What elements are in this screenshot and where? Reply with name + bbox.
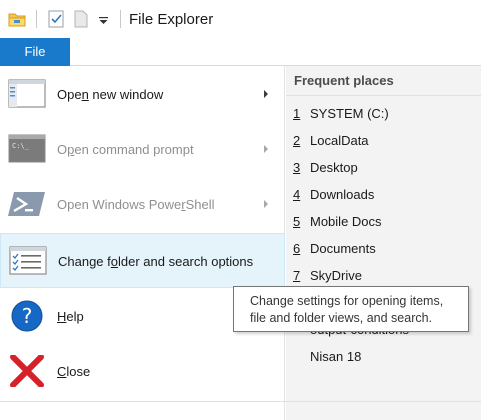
frequent-place-name: SkyDrive [310,268,363,283]
menu-item-label: Open Windows PowerShell [57,197,215,212]
frequent-place-number: 3 [293,160,301,175]
frequent-place-name: Documents [310,241,376,256]
toolbar-separator [120,10,121,28]
divider [0,401,481,402]
toolbar-separator [36,10,37,28]
close-icon [10,355,44,387]
submenu-arrow-icon [264,145,268,153]
powershell-icon [8,192,45,216]
frequent-place-name: Nisan 18 [310,349,362,364]
menu-item-label: Open new window [57,87,164,102]
frequent-place-number: 7 [293,268,301,283]
window-title: File Explorer [129,11,214,28]
help-icon: ? [11,300,43,332]
divider [286,95,481,96]
menu-item-label: Change folder and search options [58,254,254,269]
submenu-arrow-icon [264,200,268,208]
file-menu: Open new window C:\_ Open command prompt… [0,66,285,420]
menu-item-label: Open command prompt [57,142,194,157]
frequent-place-item[interactable]: 1 SYSTEM (C:) [286,100,481,127]
tooltip-line: file and folder views, and search. [250,311,433,325]
new-folder-icon[interactable] [74,10,88,28]
tooltip-line: Change settings for opening items, [250,294,444,308]
menu-item-label: Close [57,364,91,379]
new-window-icon [8,79,46,108]
command-prompt-icon: C:\_ [8,134,46,163]
menu-item-open-windows-powershell[interactable]: Open Windows PowerShell [0,177,285,232]
frequent-place-item[interactable]: 7 SkyDrive [286,262,481,289]
frequent-place-number: 1 [293,106,301,121]
frequent-place-item[interactable]: Nisan 18 [286,343,481,370]
properties-icon[interactable] [48,10,64,28]
tooltip: Change settings for opening items, file … [233,286,469,332]
frequent-place-item[interactable]: 4 Downloads [286,181,481,208]
menu-item-open-command-prompt[interactable]: C:\_ Open command prompt [0,122,285,177]
frequent-place-name: SYSTEM (C:) [310,106,389,121]
frequent-place-number: 4 [293,187,301,202]
file-tab[interactable]: File [0,38,70,66]
title-bar: File Explorer [0,0,481,38]
folder-options-icon [9,246,47,275]
customize-quick-access-dropdown-icon[interactable] [99,17,108,25]
frequent-place-number: 2 [293,133,301,148]
menu-item-label: Help [57,309,84,324]
frequent-place-item[interactable]: 2 LocalData [286,127,481,154]
frequent-places-panel: Frequent places 1 SYSTEM (C:) 2 LocalDat… [286,66,481,420]
menu-item-close[interactable]: Close [0,344,285,399]
svg-text:?: ? [22,304,33,328]
svg-text:C:\_: C:\_ [12,142,30,150]
frequent-place-item[interactable]: 6 Documents [286,235,481,262]
frequent-place-number: 5 [293,214,301,229]
menu-item-change-folder-and-search-options[interactable]: Change folder and search options [0,233,285,288]
frequent-place-number: 6 [293,241,301,256]
frequent-place-name: LocalData [310,133,369,148]
frequent-place-item[interactable]: 3 Desktop [286,154,481,181]
folder-icon[interactable] [8,11,26,27]
frequent-place-item[interactable]: 5 Mobile Docs [286,208,481,235]
menu-item-open-new-window[interactable]: Open new window [0,67,285,122]
frequent-place-name: Desktop [310,160,358,175]
frequent-place-name: Mobile Docs [310,214,382,229]
ribbon-tab-row: File [0,38,481,66]
frequent-places-title: Frequent places [294,73,394,88]
submenu-arrow-icon [264,90,268,98]
frequent-place-name: Downloads [310,187,375,202]
